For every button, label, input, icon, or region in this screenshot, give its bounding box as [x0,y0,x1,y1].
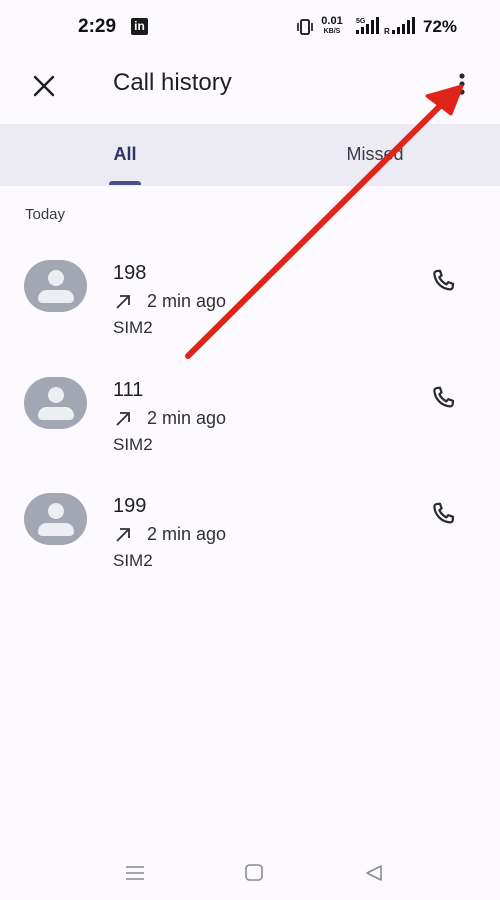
network-speed: 0.01 KB/S [318,16,346,36]
tab-all[interactable]: All [0,124,250,186]
call-time: 2 min ago [147,524,227,544]
tab-selected-indicator [109,181,141,185]
network-speed-unit: KB/S [323,28,341,35]
call-row[interactable]: 111 2 min ago SIM2 [0,377,500,493]
close-button[interactable] [24,66,64,106]
phone-icon [433,386,455,408]
avatar-head [48,387,64,403]
tab-bar: All Missed [0,124,500,186]
network-speed-value: 0.01 [321,15,343,27]
call-sim: SIM2 [113,435,153,454]
avatar-body [38,407,74,420]
battery-percentage: 72% [423,17,458,36]
call-meta: 2 min ago [113,408,226,429]
avatar-body [38,523,74,536]
call-number: 198 [113,262,147,284]
signal-5g-label: 5G [356,18,366,25]
call-row[interactable]: 198 2 min ago SIM2 [0,260,500,376]
app-bar: Call history [0,52,500,124]
recents-icon [126,866,144,880]
call-meta: 2 min ago [113,524,226,545]
call-meta: 2 min ago [113,291,226,312]
call-time: 2 min ago [147,291,227,311]
section-header-today: Today [25,206,66,223]
page-title: Call history [113,69,232,96]
phone-icon [433,502,455,524]
tab-missed[interactable]: Missed [250,124,500,186]
call-row[interactable]: 199 2 min ago SIM2 [0,493,500,609]
avatar-head [48,503,64,519]
close-icon [33,75,55,97]
call-back-button[interactable] [422,260,464,302]
back-button[interactable] [359,860,389,886]
linkedin-notification-icon: in [131,18,148,35]
phone-icon [433,269,455,291]
more-vert-icon [459,73,465,95]
status-bar: 2:29 in 0.01 KB/S 5G R 72% [0,0,500,52]
outgoing-call-icon [116,411,130,426]
status-time: 2:29 [78,16,117,37]
contact-avatar [24,493,87,545]
back-icon [366,865,382,881]
call-sim: SIM2 [113,551,153,570]
call-number: 199 [113,495,147,517]
call-back-button[interactable] [422,493,464,535]
outgoing-call-icon [116,527,130,542]
more-options-button[interactable] [446,66,478,102]
avatar-head [48,270,64,286]
call-back-button[interactable] [422,377,464,419]
call-time: 2 min ago [147,408,227,428]
roaming-label: R [384,27,390,36]
signal-5g-icon: 5G [354,16,380,41]
outgoing-call-icon [116,294,130,309]
call-number: 111 [113,379,144,401]
home-button[interactable] [239,860,269,886]
avatar-body [38,290,74,303]
home-icon [245,864,263,881]
recents-button[interactable] [120,860,150,886]
signal-roaming-icon: R [384,16,416,41]
contact-avatar [24,377,87,429]
contact-avatar [24,260,87,312]
system-nav-bar [0,848,500,900]
call-sim: SIM2 [113,318,153,337]
vibrate-icon [296,18,314,41]
